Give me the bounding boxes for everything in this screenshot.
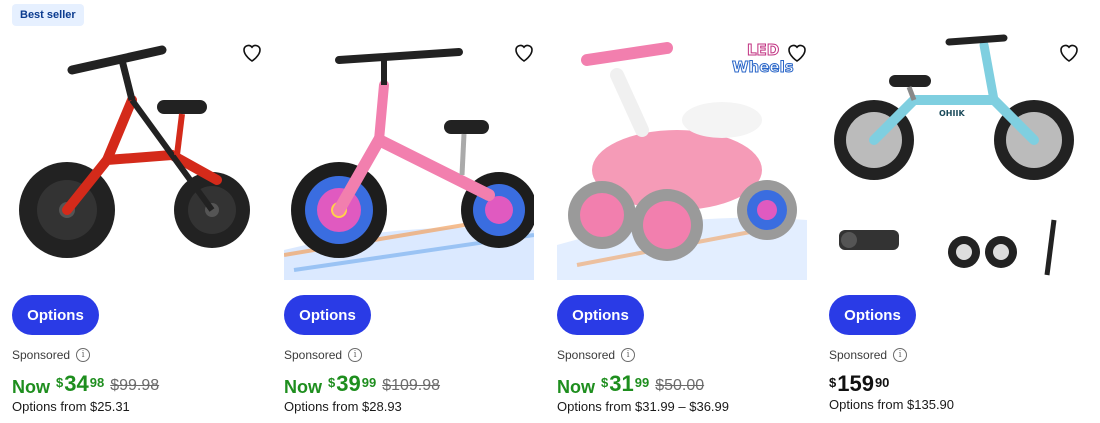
- current-price: $34 98: [56, 371, 105, 396]
- was-price: $50.00: [655, 377, 705, 394]
- info-icon[interactable]: i: [893, 348, 908, 362]
- pink-balance-bike-icon: [284, 48, 534, 280]
- heart-icon[interactable]: [1057, 40, 1081, 64]
- info-icon[interactable]: i: [621, 348, 636, 362]
- was-price: $99.98: [110, 377, 160, 394]
- options-button[interactable]: Options: [284, 295, 371, 335]
- product-image[interactable]: [284, 30, 534, 280]
- pedal-chain-accessory: [839, 230, 899, 250]
- now-label: Now: [557, 377, 595, 397]
- product-card[interactable]: Options Sponsored i Now $39 99 $109.98 Op…: [284, 0, 546, 423]
- info-icon[interactable]: i: [348, 348, 363, 362]
- product-card[interactable]: LED Wheels Options Sponsored i Now $31 99…: [557, 0, 819, 423]
- current-price: $159 90: [829, 371, 890, 396]
- options-from: Options from $25.31: [12, 399, 130, 414]
- product-card[interactable]: OHIIK Options Sponsored i $ 159 90 Optio…: [829, 0, 1091, 423]
- best-seller-badge: Best seller: [12, 4, 84, 26]
- price-row: Now $31 99 $50.00: [557, 372, 704, 398]
- options-button[interactable]: Options: [12, 295, 99, 335]
- red-balance-bike-icon: [19, 45, 250, 258]
- sponsored-label: Sponsored i: [557, 348, 636, 362]
- was-price: $109.98: [382, 377, 441, 394]
- current-price: $39 99: [328, 371, 377, 396]
- product-card[interactable]: Best seller Options Sponsored i Now $ 34…: [12, 0, 274, 423]
- price-row: $159 90: [829, 372, 889, 398]
- now-label: Now: [12, 377, 50, 397]
- options-from: Options from $31.99 – $36.99: [557, 399, 730, 414]
- pink-toddler-bike-icon: LED Wheels: [557, 41, 807, 280]
- options-button[interactable]: Options: [829, 295, 916, 335]
- sponsored-label: Sponsored i: [829, 348, 908, 362]
- options-button[interactable]: Options: [557, 295, 644, 335]
- price-row: Now $34 98 $99.98: [12, 372, 159, 398]
- product-image[interactable]: LED Wheels: [557, 30, 807, 280]
- product-image[interactable]: [12, 30, 262, 280]
- training-wheels-accessory: [948, 236, 1017, 268]
- heart-icon[interactable]: [240, 40, 264, 64]
- product-image[interactable]: OHIIK: [829, 30, 1079, 280]
- kickstand-accessory: [1044, 219, 1057, 276]
- sponsored-label: Sponsored i: [12, 348, 91, 362]
- heart-icon[interactable]: [512, 40, 536, 64]
- now-label: Now: [284, 377, 322, 397]
- current-price: $31 99: [601, 371, 650, 396]
- led-label-line1: LED: [747, 41, 779, 59]
- product-grid: Best seller Options Sponsored i Now $ 34…: [0, 0, 1100, 423]
- options-from: Options from $135.90: [829, 397, 955, 412]
- brand-label: OHIIK: [939, 109, 965, 118]
- sponsored-label: Sponsored i: [284, 348, 363, 362]
- blue-balance-bike-icon: OHIIK: [834, 34, 1074, 276]
- info-icon[interactable]: i: [76, 348, 91, 362]
- heart-icon[interactable]: [785, 40, 809, 64]
- options-from: Options from $28.93: [284, 399, 402, 414]
- price-row: Now $39 99 $109.98: [284, 372, 440, 398]
